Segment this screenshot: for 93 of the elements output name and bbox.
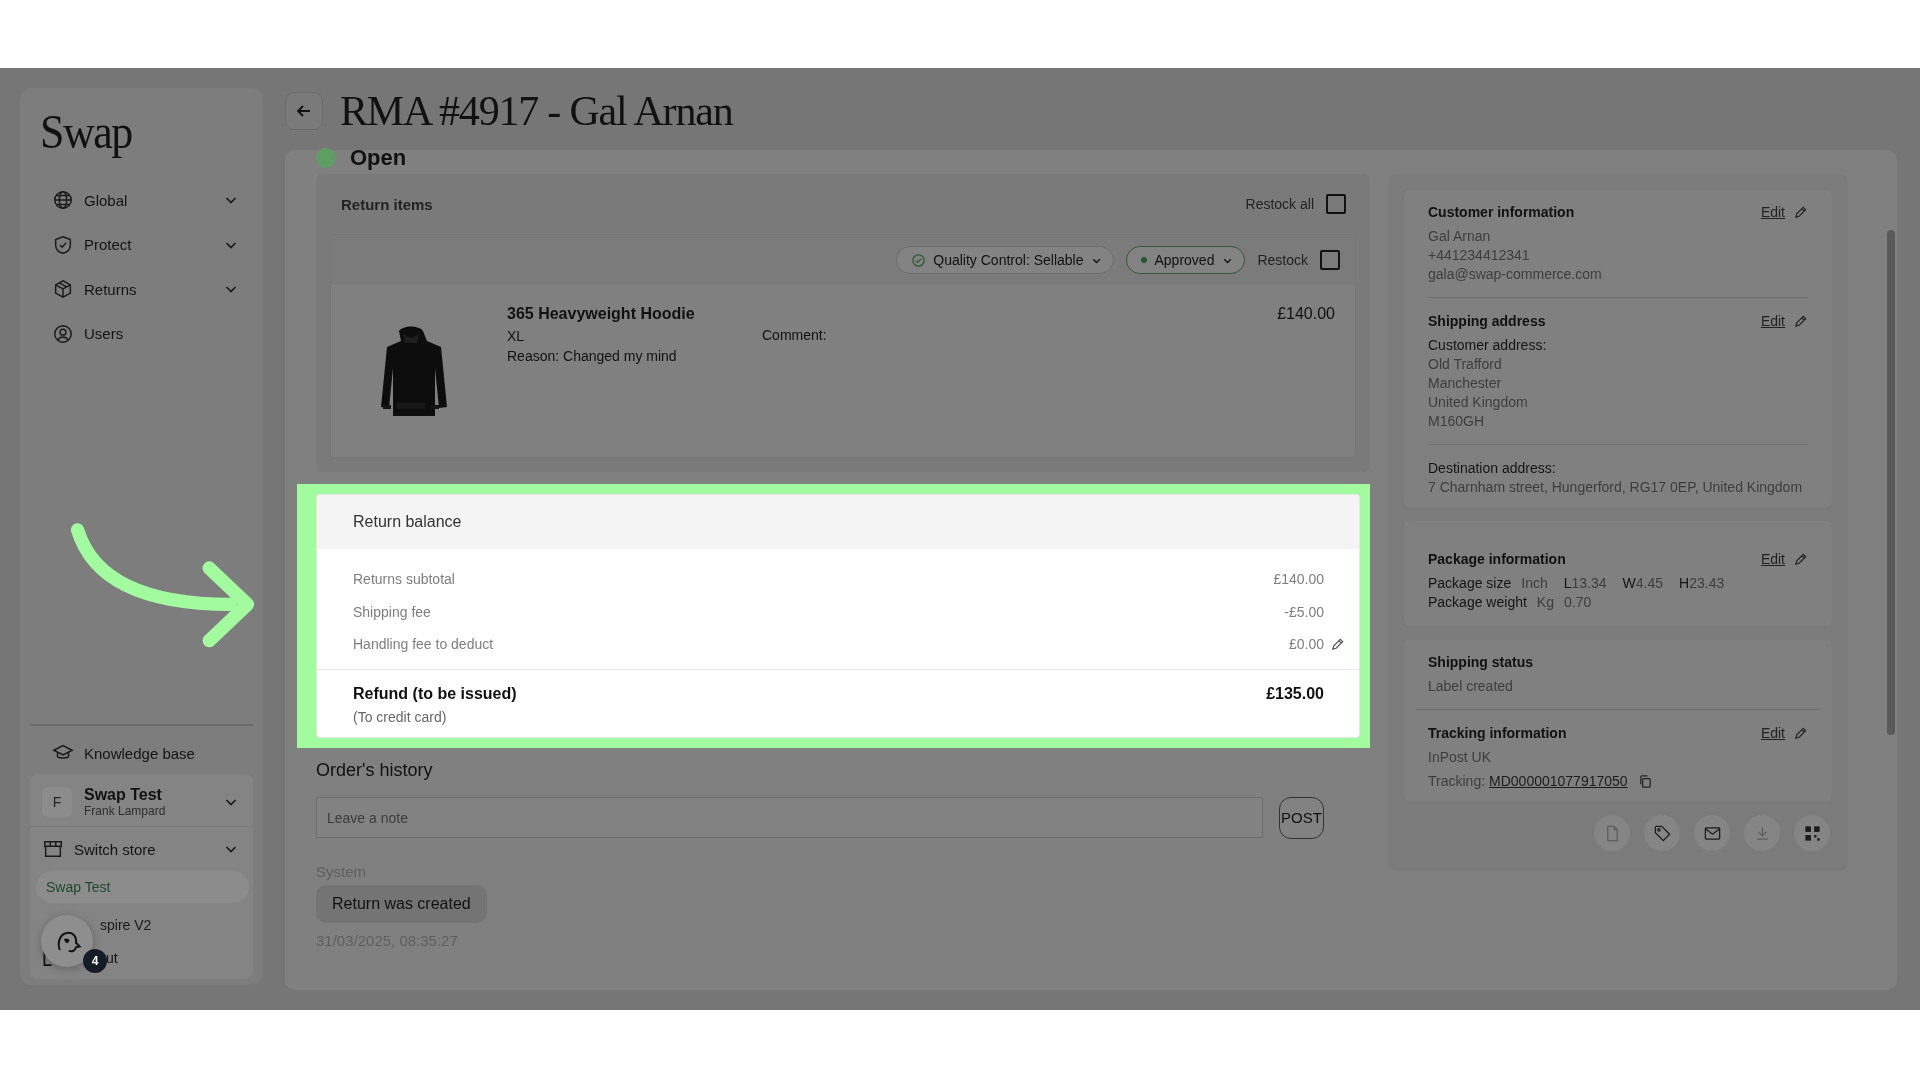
checkbox-label: Restock all [1245, 196, 1314, 212]
restock-all-checkbox[interactable] [1326, 194, 1346, 214]
section-title: Return balance [353, 513, 462, 531]
product-size: XL [507, 328, 526, 344]
edit-icon[interactable] [1793, 551, 1808, 567]
balance-label: Returns subtotal [353, 571, 456, 588]
balance-label: Handling fee to deduct [353, 636, 495, 653]
post-button[interactable]: POST [1279, 796, 1324, 839]
nav-item[interactable]: Protect [30, 222, 253, 267]
account-switcher[interactable]: F Swap Test Frank Lampard [30, 782, 253, 827]
account-name: Swap Test [84, 786, 163, 804]
user-icon [52, 322, 74, 345]
mail-button[interactable] [1694, 815, 1730, 851]
field-label: Tracking: [1428, 773, 1486, 789]
avatar: F [42, 787, 72, 817]
logout-link[interactable]: ut [106, 950, 118, 966]
logo: Swap [39, 107, 132, 157]
customer-detail: Gal Arnan [1428, 228, 1492, 244]
globe-icon [52, 189, 74, 212]
balance-label: Shipping fee [353, 603, 432, 620]
shipping-status: Label created [1428, 678, 1514, 694]
unit-label: Kg [1536, 594, 1554, 610]
qr-code-button[interactable] [1794, 815, 1830, 851]
tag-icon [1652, 823, 1672, 843]
section-title: Return items [341, 195, 433, 213]
store-item[interactable]: spire V2 [36, 909, 249, 941]
unit-label: Inch [1521, 575, 1548, 591]
nav-item[interactable]: Knowledge base [30, 732, 253, 774]
box-icon [52, 278, 74, 301]
tag-button[interactable] [1644, 815, 1680, 851]
customer-detail: +441234412341 [1428, 247, 1531, 263]
balance-amount: £0.00 [1288, 636, 1324, 653]
shield-icon [52, 233, 74, 256]
status-label: Open [350, 145, 407, 171]
user-name: Frank Lampard [84, 804, 167, 818]
history-message: Return was created [316, 884, 487, 923]
nav-item[interactable]: Global [30, 178, 253, 223]
address-line: M160GH [1428, 413, 1486, 429]
check-circle-icon [911, 252, 927, 268]
page-title: RMA #4917 - Gal Arnan [340, 87, 733, 135]
back-button[interactable] [285, 92, 323, 130]
field-label: Package size [1428, 575, 1512, 591]
address-label: Destination address: [1428, 460, 1557, 476]
address-label: Customer address: [1428, 337, 1548, 353]
card-title: Customer information [1428, 204, 1575, 220]
product-name: 365 Heavyweight Hoodie [507, 305, 696, 323]
address-line: Manchester [1428, 375, 1503, 391]
edit-link[interactable]: Edit [1760, 313, 1785, 329]
status-dropdown[interactable]: Approved [1126, 246, 1246, 274]
edit-icon[interactable] [1793, 725, 1808, 741]
checkbox-label: Restock [1257, 252, 1308, 268]
section-title: Order's history [316, 759, 433, 781]
edit-icon[interactable] [1793, 313, 1808, 329]
store-item[interactable]: Swap Test [36, 871, 249, 903]
address-line: Old Trafford [1428, 356, 1503, 372]
weight-value: 0.70 [1563, 594, 1592, 610]
carrier-name: InPost UK [1428, 749, 1493, 765]
dimension-value: L13.34 [1563, 575, 1607, 591]
edit-link[interactable]: Edit [1760, 725, 1785, 741]
balance-amount: -£5.00 [1284, 603, 1324, 620]
card-title: Shipping status [1428, 654, 1534, 670]
status-dot [316, 148, 336, 168]
tracking-link[interactable]: MD000001077917050 [1489, 773, 1628, 789]
comment-label: Comment: [762, 327, 827, 343]
balance-amount: £140.00 [1273, 571, 1324, 588]
refund-label: Refund (to be issued) [353, 684, 517, 703]
quality-dropdown[interactable]: Quality Control: Sellable [896, 246, 1115, 274]
card-title: Package information [1428, 551, 1566, 567]
customer-detail: gala@swap-commerce.com [1428, 266, 1603, 282]
store-icon [42, 838, 64, 860]
nav-item[interactable]: Users [30, 311, 253, 356]
refund-method: (To credit card) [353, 708, 448, 725]
edit-link[interactable]: Edit [1760, 551, 1785, 567]
restock-checkbox[interactable] [1320, 250, 1340, 270]
card-title: Shipping address [1428, 313, 1546, 329]
edit-icon[interactable] [1793, 204, 1808, 220]
switch-store-item[interactable]: Switch store [30, 827, 253, 871]
product-price: £140.00 [1277, 305, 1335, 323]
copy-icon[interactable] [1637, 773, 1653, 789]
dimension-value: H23.43 [1679, 575, 1725, 591]
card-title: Tracking information [1428, 725, 1567, 741]
return-reason: Reason: Changed my mind [507, 348, 678, 364]
destination-address: 7 Charnham street, Hungerford, RG17 0EP, United Kingdom [1428, 479, 1804, 495]
dimension-value: W4.45 [1622, 575, 1664, 591]
edit-icon[interactable] [1330, 636, 1345, 652]
note-field[interactable]: Leave a note [316, 797, 1263, 838]
nav-item[interactable]: Returns [30, 267, 253, 312]
field-label: Package weight [1428, 594, 1527, 610]
edit-link[interactable]: Edit [1760, 204, 1785, 220]
qr-code-icon [1802, 823, 1822, 843]
scrollbar-thumb[interactable] [1887, 230, 1895, 735]
refund-amount: £135.00 [1266, 684, 1324, 704]
address-line: United Kingdom [1428, 394, 1529, 410]
